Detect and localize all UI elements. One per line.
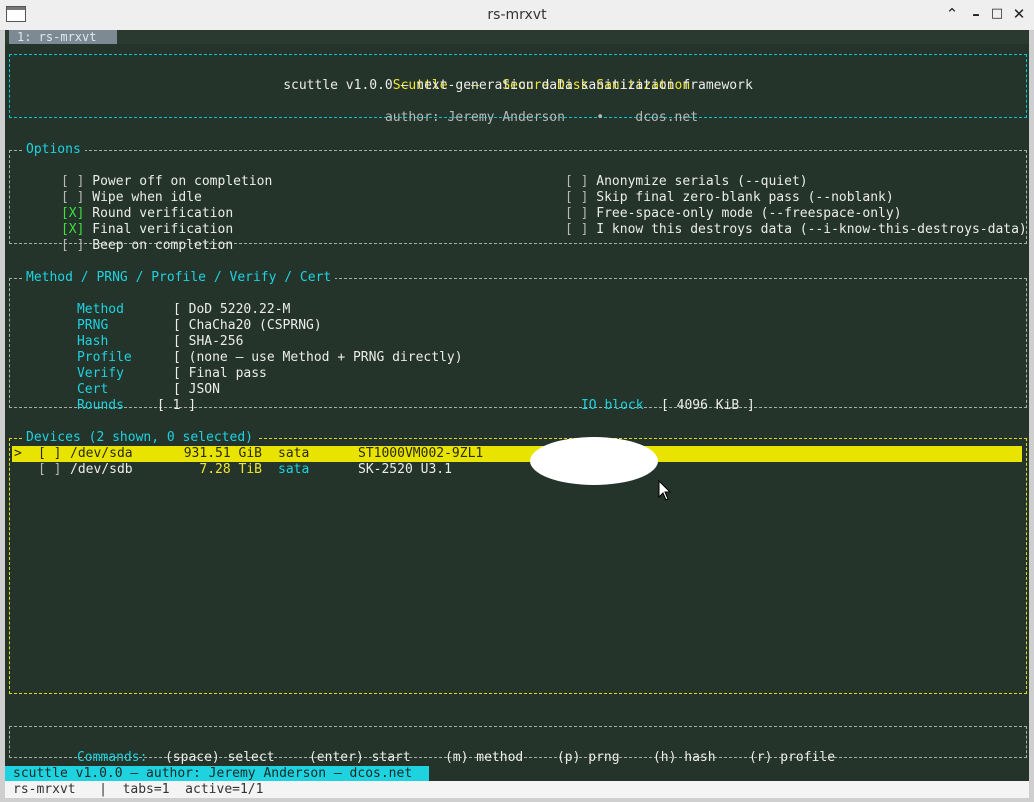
options-panel: Options [ ] Power off on completion [ ] … [9,142,1027,253]
device-bus: sata [278,462,310,477]
device-model: SK-2520 U3.1 [358,462,452,477]
header-author-line: author: Jeremy Anderson • dcos.net [10,94,1026,142]
device-path: /dev/sda [70,446,133,461]
option-checkbox[interactable]: [ ] [61,238,84,253]
command-prng[interactable]: (p) prng [557,750,653,766]
minimize-icon[interactable]: – [967,5,985,23]
command-hash[interactable]: (h) hash [653,750,749,766]
method-row-rounds[interactable]: Rounds [ 1 ] [30,382,196,430]
header-site: dcos.net [635,110,699,125]
command-start[interactable]: (enter) start [309,750,445,766]
method-panel: Method / PRNG / Profile / Verify / Cert … [9,270,1027,413]
mrxvt-info-bar: rs-mrxvt | tabs=1 active=1/1 [5,781,1029,798]
field-key: Rounds [76,398,124,413]
maximize-icon[interactable]: □ [988,5,1006,23]
option-label: I know this destroys data (--i-know-this… [596,222,1027,237]
tab-rs-mrxvt[interactable]: 1: rs-mrxvt [9,30,117,44]
ioblock-value[interactable]: [ 4096 KiB ] [661,398,755,413]
device-size: 7.28 TiB [199,462,262,477]
header-subtitle: scuttle v1.0.0 — next-generation data sa… [283,78,753,93]
method-panel-title: Method / PRNG / Profile / Verify / Cert [22,270,336,286]
field-key: IO block [580,398,644,413]
devices-panel: Devices (2 shown, 0 selected) > [ ] /dev… [9,430,1027,694]
device-model: ST1000VM002-9ZL1 [358,446,484,461]
option-label: Beep on completion [92,238,234,253]
device-row[interactable]: [ ] /dev/sdb 7.28 TiB sata SK-2520 U3.1 [12,462,1022,478]
command-method[interactable]: (m) method [445,750,557,766]
window-titlebar: rs-mrxvt ⌃ – □ ✕ [0,0,1034,31]
option-i-know-destroys-data[interactable]: [ ] I know this destroys data (--i-know-… [518,206,1027,254]
commands-box: Commands: (space) select (enter) start (m) … [9,726,1027,765]
redaction-blob [530,437,658,485]
command-select[interactable]: (space) select [165,750,309,766]
chevron-up-icon[interactable]: ⌃ [943,5,961,23]
command-profile[interactable]: (r) profile [749,750,835,765]
header-bullet: • [596,110,605,125]
device-path: /dev/sdb [70,462,133,477]
row-pointer: > [14,446,22,461]
header-box: Scuttle — Secure Disk Sanitization scutt… [9,54,1027,125]
window-title: rs-mrxvt [487,7,547,23]
mouse-cursor-icon [658,480,672,501]
device-size: 931.51 GiB [183,446,262,461]
tab-bar: 1: rs-mrxvt [5,30,1029,44]
rounds-value[interactable]: [ 1 ] [157,398,196,413]
devices-title: Devices (2 shown, 0 selected) [22,430,257,446]
header-author: author: Jeremy Anderson [384,110,565,125]
option-checkbox[interactable]: [ ] [565,222,588,237]
device-bus: sata [278,446,310,461]
device-row[interactable]: > [ ] /dev/sda 931.51 GiB sata ST1000VM0… [12,446,1022,462]
status-bar: scuttle v1.0.0 — author: Jeremy Anderson… [5,766,429,781]
commands-label: Commands: [76,750,148,765]
device-checkbox[interactable]: [ ] [38,462,61,478]
option-beep-on-completion[interactable]: [ ] Beep on completion [14,222,233,270]
terminal-area[interactable]: 1: rs-mrxvt Scuttle — Secure Disk Saniti… [5,30,1029,798]
device-checkbox[interactable]: [ ] [38,446,61,462]
options-title: Options [22,142,85,158]
method-row-ioblock[interactable]: IO block [ 4096 KiB ] [534,382,755,430]
close-icon[interactable]: ✕ [1010,5,1028,23]
